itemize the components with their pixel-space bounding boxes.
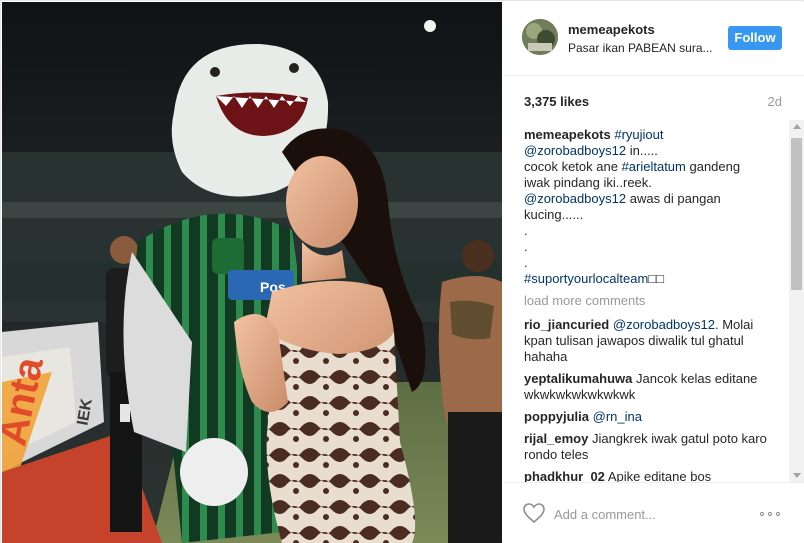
comment-username[interactable]: poppyjulia [524,409,589,424]
more-options-icon[interactable] [760,512,784,518]
avatar-image [522,19,558,55]
caption-text: kucing...... [524,207,584,222]
caption-text: . [524,223,528,238]
load-more-comments-link[interactable]: load more comments [524,293,784,309]
instagram-post: Anta IEK Pos memeapekots Pasar ikan PABE… [0,0,804,543]
scrollbar-thumb[interactable] [791,138,802,290]
caption-link[interactable]: #suportyourlocalteam [524,271,648,286]
post-username[interactable]: memeapekots [568,22,655,37]
comment-item: poppyjulia @rn_ina [524,409,784,425]
caption-link[interactable]: #ryujiout [614,127,663,142]
comment-username[interactable]: phadkhur_02 [524,469,605,482]
comments-content: memeapekots #ryujiout @zorobadboys12 in..… [524,127,784,482]
comment-item: rijal_emoy Jiangkrek iwak gatul poto kar… [524,431,784,463]
scroll-down-arrow-icon[interactable] [793,473,801,478]
caption: memeapekots #ryujiout @zorobadboys12 in..… [524,127,784,287]
comment-username[interactable]: rijal_emoy [524,431,588,446]
caption-line: . [524,239,784,255]
caption-link[interactable]: #arieltatum [622,159,686,174]
likes-row: 3,375 likes 2d [503,76,804,120]
comment-link[interactable]: @zorobadboys12. [613,317,719,332]
caption-username[interactable]: memeapekots [524,127,611,142]
caption-line: @zorobadboys12 awas di pangan [524,191,784,207]
caption-line: memeapekots #ryujiout [524,127,784,143]
caption-line: iwak pindang iki..reek. [524,175,784,191]
caption-text: . [524,255,528,270]
comment-item: phadkhur_02 Apike editane bos [524,469,784,482]
post-location[interactable]: Pasar ikan PABEAN sura... [568,41,713,55]
comment-footer [503,482,804,543]
photo-illustration: Anta IEK Pos [2,2,502,543]
caption-line: #suportyourlocalteam□□ [524,271,784,287]
caption-link[interactable]: @zorobadboys12 [524,143,626,158]
likes-count[interactable]: 3,375 likes [524,94,589,109]
post-time: 2d [767,94,782,109]
caption-line: . [524,255,784,271]
comment-username[interactable]: yeptalikumahuwa [524,371,632,386]
caption-line: . [524,223,784,239]
caption-text: . [524,239,528,254]
post-photo[interactable]: Anta IEK Pos [2,2,502,543]
comment-text: Apike editane bos [607,469,712,482]
caption-link[interactable]: @zorobadboys12 [524,191,626,206]
post-header: memeapekots Pasar ikan PABEAN sura... Fo… [503,2,804,76]
caption-line: kucing...... [524,207,784,223]
comment-item: yeptalikumahuwa Jancok kelas editane wkw… [524,371,784,403]
caption-text: gandeng [685,159,741,174]
caption-line: cocok ketok ane #arieltatum gandeng [524,159,784,175]
caption-line: @zorobadboys12 in..... [524,143,784,159]
caption-text: □□ [648,271,665,286]
caption-text: in..... [626,143,658,158]
post-side-panel: memeapekots Pasar ikan PABEAN sura... Fo… [503,2,804,543]
comments-scrollbar[interactable] [789,120,804,482]
scroll-up-arrow-icon[interactable] [793,124,801,129]
comment-link[interactable]: @rn_ina [593,409,642,424]
comment-item: rio_jiancuried @zorobadboys12. Molai kpa… [524,317,784,365]
heart-icon[interactable] [522,502,546,524]
comment-username[interactable]: rio_jiancuried [524,317,609,332]
follow-button[interactable]: Follow [728,26,782,50]
avatar[interactable] [522,19,558,55]
caption-text: iwak pindang iki..reek. [524,175,652,190]
comments-list[interactable]: memeapekots #ryujiout @zorobadboys12 in..… [503,120,804,482]
add-comment-input[interactable] [554,504,754,524]
caption-text: cocok ketok ane [524,159,622,174]
caption-text: awas di pangan [626,191,721,206]
